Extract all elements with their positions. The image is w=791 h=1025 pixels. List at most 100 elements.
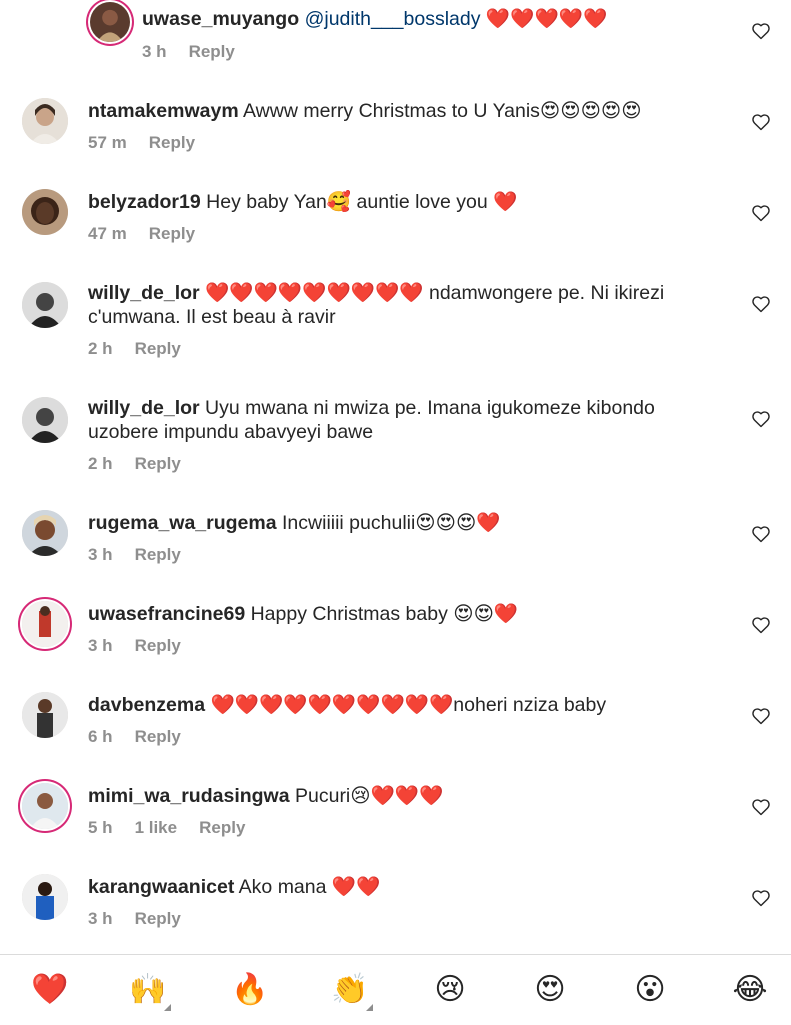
reply-button[interactable]: Reply: [189, 42, 235, 62]
like-heart-icon[interactable]: [751, 524, 771, 544]
comment-time: 6 h: [88, 727, 113, 746]
comment-body: Ako mana ❤️❤️: [234, 876, 381, 898]
clapping-hands-emoji-icon[interactable]: 👏: [325, 965, 375, 1015]
comment-text: belyzador19 Hey baby Yan🥰 auntie love yo…: [88, 190, 711, 214]
comment-username[interactable]: rugema_wa_rugema: [88, 512, 277, 534]
comment-username[interactable]: belyzador19: [88, 191, 201, 213]
comment-time: 5 h: [88, 818, 113, 837]
comment-username[interactable]: karangwaanicet: [88, 876, 234, 898]
like-heart-icon[interactable]: [751, 294, 771, 314]
comment-text: rugema_wa_rugema Incwiiiii puchulii😍😍😍❤️: [88, 511, 711, 535]
skin-tone-indicator: [164, 1004, 171, 1011]
comment-text: karangwaanicet Ako mana ❤️❤️: [88, 875, 711, 899]
avatar[interactable]: [90, 2, 130, 42]
comment-body: ❤️❤️❤️❤️❤️: [480, 8, 608, 30]
comment-meta: 3 h Reply: [88, 545, 203, 565]
fire-emoji-icon[interactable]: 🔥: [225, 965, 275, 1015]
comment-item: mimi_wa_rudasingwa Pucuri😢❤️❤️❤️ 5 h 1 li…: [0, 776, 791, 867]
comment-item: willy_de_lor ❤️❤️❤️❤️❤️❤️❤️❤️❤️ ndamwong…: [0, 273, 791, 388]
like-heart-icon[interactable]: [751, 706, 771, 726]
comment-username[interactable]: davbenzema: [88, 694, 205, 716]
comment-text: willy_de_lor Uyu mwana ni mwiza pe. Iman…: [88, 396, 711, 444]
crying-face-emoji-icon[interactable]: 😢: [425, 965, 475, 1015]
reply-button[interactable]: Reply: [135, 727, 181, 747]
comment-meta: 3 h Reply: [142, 42, 257, 62]
comment-mention[interactable]: @judith___bosslady: [305, 8, 481, 30]
avatar[interactable]: [22, 282, 68, 328]
heart-eyes-emoji-icon[interactable]: 😍: [525, 965, 575, 1015]
comment-meta: 47 m Reply: [88, 224, 217, 244]
avatar[interactable]: [22, 189, 68, 235]
comment-item: uwasefrancine69 Happy Christmas baby 😍😍❤…: [0, 594, 791, 685]
comment-text: uwase_muyango @judith___bosslady ❤️❤️❤️❤…: [142, 7, 711, 31]
reply-button[interactable]: Reply: [135, 339, 181, 359]
reply-button[interactable]: Reply: [135, 454, 181, 474]
reply-button[interactable]: Reply: [135, 909, 181, 929]
comment-meta: 3 h Reply: [88, 636, 203, 656]
comment-body: Hey baby Yan🥰 auntie love you ❤️: [200, 191, 518, 213]
comment-meta: 57 m Reply: [88, 133, 217, 153]
clapping-hands-glyph: 👏: [331, 972, 369, 1007]
reply-button[interactable]: Reply: [199, 818, 245, 838]
comment-time: 3 h: [88, 636, 113, 655]
like-heart-icon[interactable]: [751, 203, 771, 223]
reply-button[interactable]: Reply: [149, 224, 195, 244]
comment-meta: 6 h Reply: [88, 727, 203, 747]
comment-meta: 3 h Reply: [88, 909, 203, 929]
avatar[interactable]: [22, 692, 68, 738]
comment-time: 3 h: [142, 42, 167, 61]
comment-meta: 2 h Reply: [88, 339, 203, 359]
comment-username[interactable]: mimi_wa_rudasingwa: [88, 785, 290, 807]
comment-text: mimi_wa_rudasingwa Pucuri😢❤️❤️❤️: [88, 784, 711, 808]
avatar[interactable]: [22, 783, 68, 829]
comment-item: ntamakemwaym Awww merry Christmas to U Y…: [0, 91, 791, 182]
tears-of-joy-emoji-icon[interactable]: 😂: [725, 965, 775, 1015]
like-heart-icon[interactable]: [751, 409, 771, 429]
comment-username[interactable]: willy_de_lor: [88, 397, 200, 419]
reply-button[interactable]: Reply: [135, 545, 181, 565]
comment-time: 2 h: [88, 339, 113, 358]
like-heart-icon[interactable]: [751, 112, 771, 132]
like-heart-icon[interactable]: [751, 797, 771, 817]
reply-button[interactable]: Reply: [149, 133, 195, 153]
comment-item: willy_de_lor Uyu mwana ni mwiza pe. Iman…: [0, 388, 791, 503]
like-heart-icon[interactable]: [751, 888, 771, 908]
avatar[interactable]: [22, 98, 68, 144]
comment-text: davbenzema ❤️❤️❤️❤️❤️❤️❤️❤️❤️❤️noheri nz…: [88, 693, 711, 717]
comment-text: willy_de_lor ❤️❤️❤️❤️❤️❤️❤️❤️❤️ ndamwong…: [88, 281, 711, 329]
comment-body: Happy Christmas baby 😍😍❤️: [245, 603, 519, 625]
surprised-face-emoji-icon[interactable]: 😮: [625, 965, 675, 1015]
likes-count[interactable]: 1 like: [135, 818, 178, 838]
red-heart-emoji-icon[interactable]: ❤️: [25, 965, 75, 1015]
avatar[interactable]: [22, 510, 68, 556]
comment-item: rugema_wa_rugema Incwiiiii puchulii😍😍😍❤️…: [0, 503, 791, 594]
comment-time: 3 h: [88, 545, 113, 564]
comment-body: Incwiiiii puchulii😍😍😍❤️: [276, 512, 501, 534]
avatar[interactable]: [22, 874, 68, 920]
comment-meta: 5 h 1 like Reply: [88, 818, 267, 838]
comment-username[interactable]: willy_de_lor: [88, 282, 200, 304]
comment-text: uwasefrancine69 Happy Christmas baby 😍😍❤…: [88, 602, 711, 626]
comment-username[interactable]: uwase_muyango: [142, 8, 299, 30]
emoji-reaction-bar: ❤️ 🙌 🔥 👏 😢 😍 😮 😂: [0, 954, 791, 1025]
comment-text: ntamakemwaym Awww merry Christmas to U Y…: [88, 99, 711, 123]
comment-body: ❤️❤️❤️❤️❤️❤️❤️❤️❤️❤️noheri nziza baby: [205, 694, 607, 716]
comment-username[interactable]: ntamakemwaym: [88, 100, 239, 122]
raising-hands-glyph: 🙌: [129, 972, 167, 1007]
comment-time: 47 m: [88, 224, 127, 243]
like-heart-icon[interactable]: [751, 21, 771, 41]
avatar[interactable]: [22, 397, 68, 443]
comment-time: 3 h: [88, 909, 113, 928]
comment-item: karangwaanicet Ako mana ❤️❤️ 3 h Reply: [0, 867, 791, 954]
comment-item: belyzador19 Hey baby Yan🥰 auntie love yo…: [0, 182, 791, 273]
comment-meta: 2 h Reply: [88, 454, 203, 474]
comment-item: uwase_muyango @judith___bosslady ❤️❤️❤️❤…: [0, 0, 791, 80]
comment-username[interactable]: uwasefrancine69: [88, 603, 245, 625]
comment-item: davbenzema ❤️❤️❤️❤️❤️❤️❤️❤️❤️❤️noheri nz…: [0, 685, 791, 776]
like-heart-icon[interactable]: [751, 615, 771, 635]
comment-body: Pucuri😢❤️❤️❤️: [289, 785, 444, 807]
raising-hands-emoji-icon[interactable]: 🙌: [123, 965, 173, 1015]
avatar[interactable]: [22, 601, 68, 647]
comment-time: 57 m: [88, 133, 127, 152]
reply-button[interactable]: Reply: [135, 636, 181, 656]
